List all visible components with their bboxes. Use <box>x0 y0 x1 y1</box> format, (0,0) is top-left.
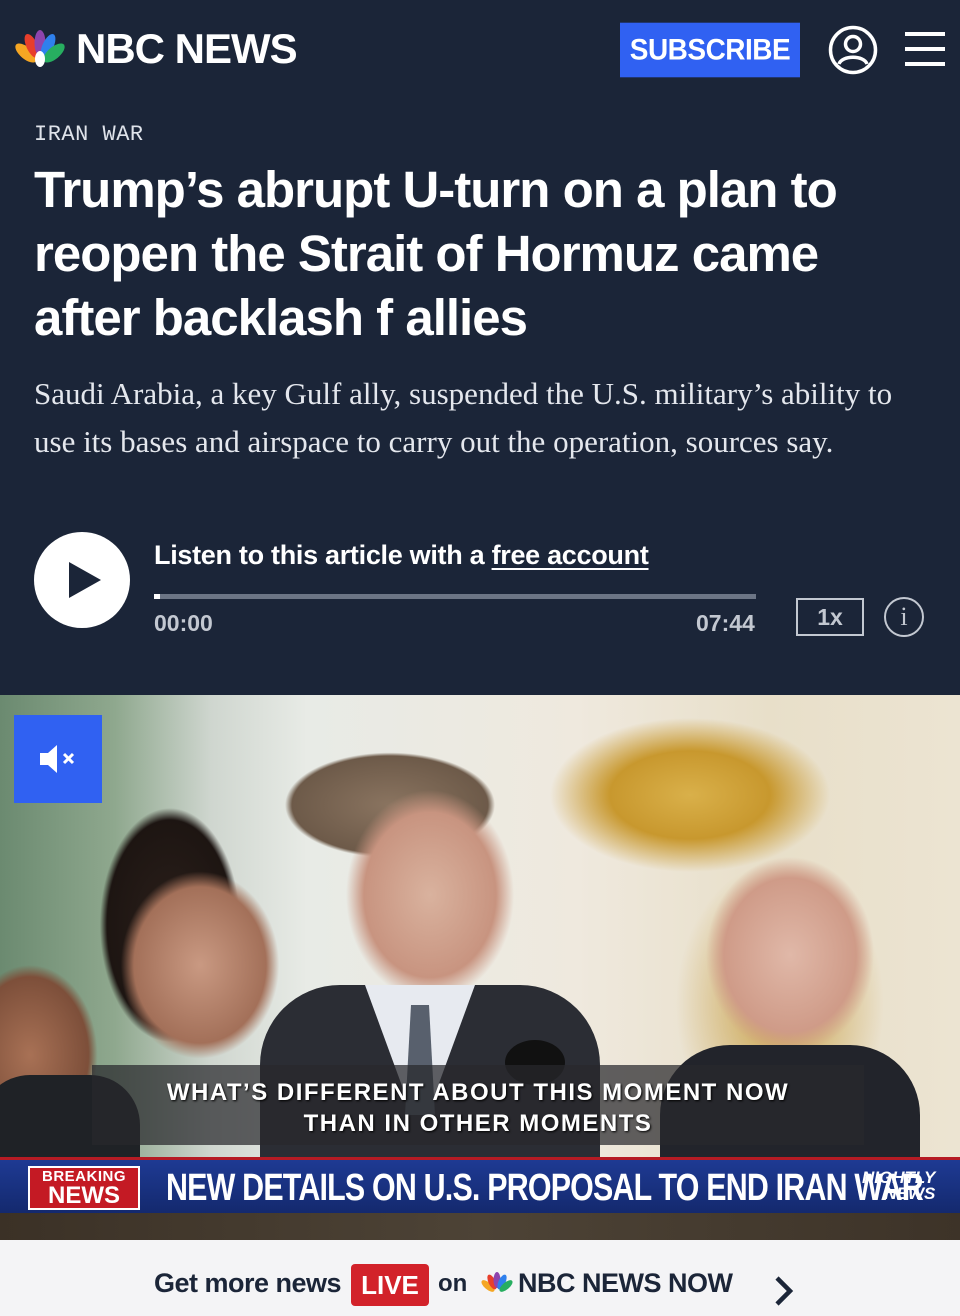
nightly-news-bug: NIGHTLY NEWS <box>862 1169 936 1203</box>
listen-prompt: Listen to this article with a free accou… <box>154 540 649 571</box>
brand-name: NBC NEWS <box>76 25 298 72</box>
playback-speed-button[interactable]: 1x <box>796 598 864 636</box>
news-label: NEWS <box>48 1181 120 1209</box>
mute-toggle-button[interactable] <box>14 715 102 803</box>
nightly-line-2: NEWS <box>884 1184 936 1203</box>
peacock-icon <box>481 1272 513 1292</box>
banner-on: on <box>438 1270 468 1297</box>
hamburger-menu-icon[interactable] <box>905 32 945 66</box>
peacock-icon <box>15 30 65 67</box>
article-dek: Saudi Arabia, a key Gulf ally, suspended… <box>34 376 893 459</box>
article-headline: Trump’s abrupt U-turn on a plan to reope… <box>34 161 838 346</box>
section-eyebrow[interactable]: IRAN WAR <box>34 122 144 147</box>
user-circle-icon[interactable] <box>828 25 878 75</box>
news-ticker: BREAKING NEWS NEW DETAILS ON U.S. PROPOS… <box>0 1157 960 1213</box>
chevron-right-icon[interactable] <box>772 1274 796 1308</box>
listen-prefix: Listen to this article with a <box>154 540 492 570</box>
banner-prefix: Get more news <box>154 1268 342 1298</box>
nbc-news-logo[interactable]: NBC NEWS <box>14 25 298 72</box>
audio-progress-fill <box>154 594 161 599</box>
play-button[interactable] <box>34 532 130 628</box>
site-header: NBC NEWS SUBSCRIBE <box>0 0 960 108</box>
play-icon <box>69 562 101 598</box>
speaker-muted-icon <box>40 745 75 773</box>
breaking-news-badge: BREAKING NEWS <box>28 1166 140 1210</box>
info-icon[interactable]: i <box>884 597 924 637</box>
nbc-news-now-label: NBC NEWS NOW <box>518 1268 733 1298</box>
caption-line-2: THAN IN OTHER MOMENTS <box>303 1110 653 1137</box>
live-badge: LIVE <box>351 1264 429 1306</box>
subscribe-button[interactable]: SUBSCRIBE <box>620 22 800 78</box>
video-frame-bottom <box>0 1213 960 1240</box>
caption-line-1: WHAT’S DIFFERENT ABOUT THIS MOMENT NOW <box>166 1079 790 1106</box>
video-player[interactable]: WHAT’S DIFFERENT ABOUT THIS MOMENT NOW T… <box>0 695 960 1240</box>
audio-total-time: 07:44 <box>696 610 755 636</box>
ticker-headline: NEW DETAILS ON U.S. PROPOSAL TO END IRAN… <box>166 1167 924 1209</box>
free-account-link[interactable]: free account <box>492 540 649 570</box>
audio-progress-bar[interactable] <box>154 594 756 599</box>
audio-current-time: 00:00 <box>154 610 213 636</box>
video-caption: WHAT’S DIFFERENT ABOUT THIS MOMENT NOW T… <box>92 1077 864 1139</box>
